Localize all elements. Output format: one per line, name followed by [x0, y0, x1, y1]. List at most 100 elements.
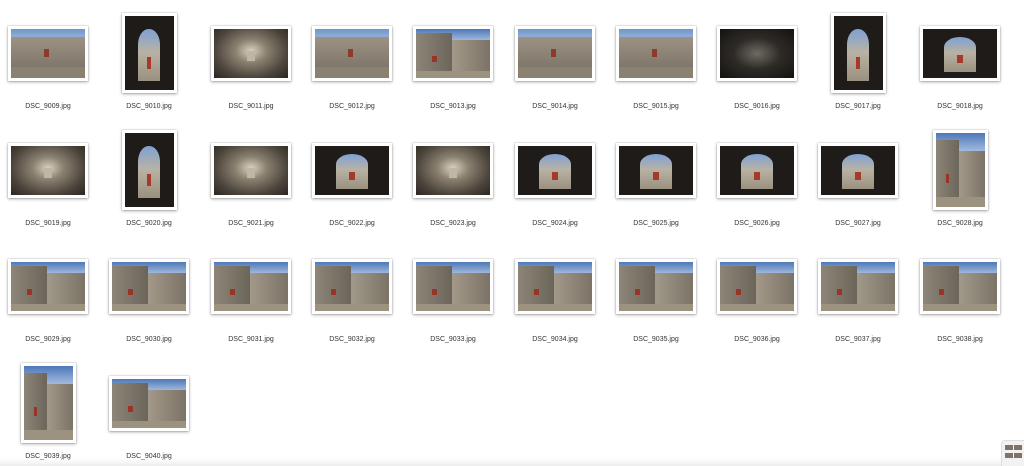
photo-thumbnail[interactable]: [818, 258, 898, 314]
photo-thumbnail[interactable]: [515, 25, 595, 81]
photo-thumbnail[interactable]: [616, 142, 696, 198]
file-item[interactable]: DSC_9023.jpg: [403, 123, 503, 235]
file-item[interactable]: DSC_9011.jpg: [201, 6, 301, 118]
photo-thumbnail[interactable]: [413, 25, 493, 81]
photo-thumbnail[interactable]: [515, 142, 595, 198]
file-item[interactable]: DSC_9024.jpg: [505, 123, 605, 235]
photo-thumbnail[interactable]: [616, 25, 696, 81]
photo-thumbnail[interactable]: [8, 258, 88, 314]
photo-thumbnail[interactable]: [312, 142, 392, 198]
photo-thumbnail[interactable]: [20, 363, 76, 443]
photo-image: [619, 145, 693, 195]
thumbnail-container: [302, 239, 402, 333]
thumbnail-container: [606, 123, 706, 217]
file-browser-icon-view: DSC_9009.jpg DSC_9010.jpg DSC_9011.jpg DSC_…: [0, 0, 1024, 466]
photo-thumbnail[interactable]: [717, 25, 797, 81]
photo-image: [112, 378, 186, 428]
photo-thumbnail[interactable]: [830, 13, 886, 93]
file-item[interactable]: DSC_9040.jpg: [99, 356, 199, 466]
photo-image: [821, 145, 895, 195]
thumbnail-container: [99, 239, 199, 333]
photo-thumbnail[interactable]: [818, 142, 898, 198]
file-item[interactable]: DSC_9038.jpg: [910, 239, 1010, 351]
thumbnail-container: [606, 239, 706, 333]
file-item[interactable]: DSC_9021.jpg: [201, 123, 301, 235]
file-item[interactable]: DSC_9018.jpg: [910, 6, 1010, 118]
photo-thumbnail[interactable]: [8, 25, 88, 81]
photo-thumbnail[interactable]: [121, 130, 177, 210]
photo-thumbnail[interactable]: [717, 258, 797, 314]
thumbnail-container: [403, 123, 503, 217]
photo-door: [43, 49, 49, 57]
file-item[interactable]: DSC_9031.jpg: [201, 239, 301, 351]
photo-opening: [138, 146, 160, 199]
file-item[interactable]: DSC_9037.jpg: [808, 239, 908, 351]
photo-thumbnail[interactable]: [413, 142, 493, 198]
photo-image: [720, 145, 794, 195]
photo-door: [247, 50, 255, 62]
thumbnail-container: [201, 123, 301, 217]
file-item[interactable]: DSC_9015.jpg: [606, 6, 706, 118]
photo-thumbnail[interactable]: [109, 258, 189, 314]
photo-thumbnail[interactable]: [211, 25, 291, 81]
window-bottom-edge: [0, 458, 1024, 466]
photo-thumbnail[interactable]: [920, 258, 1000, 314]
file-item[interactable]: DSC_9035.jpg: [606, 239, 706, 351]
file-item[interactable]: DSC_9033.jpg: [403, 239, 503, 351]
photo-thumbnail[interactable]: [616, 258, 696, 314]
photo-thumbnail[interactable]: [932, 130, 988, 210]
photo-thumbnail[interactable]: [109, 375, 189, 431]
photo-image: [923, 28, 997, 78]
photo-image: [518, 261, 592, 311]
file-item[interactable]: DSC_9029.jpg: [0, 239, 98, 351]
file-item[interactable]: DSC_9028.jpg: [910, 123, 1010, 235]
file-item[interactable]: DSC_9012.jpg: [302, 6, 402, 118]
photo-door: [736, 288, 741, 295]
file-item[interactable]: DSC_9022.jpg: [302, 123, 402, 235]
file-item[interactable]: DSC_9014.jpg: [505, 6, 605, 118]
thumbnail-container: [0, 6, 98, 100]
file-item[interactable]: DSC_9013.jpg: [403, 6, 503, 118]
file-item[interactable]: DSC_9019.jpg: [0, 123, 98, 235]
thumbnail-container: [707, 123, 807, 217]
photo-door: [331, 288, 336, 295]
photo-door: [449, 167, 457, 179]
file-item[interactable]: DSC_9039.jpg: [0, 356, 98, 466]
file-item[interactable]: DSC_9009.jpg: [0, 6, 98, 118]
file-item[interactable]: DSC_9026.jpg: [707, 123, 807, 235]
photo-ground: [214, 303, 288, 311]
file-item[interactable]: DSC_9010.jpg: [99, 6, 199, 118]
file-item[interactable]: DSC_9017.jpg: [808, 6, 908, 118]
photo-image: [619, 28, 693, 78]
photo-ground: [112, 303, 186, 311]
thumbnail-container: [302, 6, 402, 100]
photo-thumbnail[interactable]: [515, 258, 595, 314]
thumbnail-container: [505, 6, 605, 100]
photo-thumbnail[interactable]: [312, 25, 392, 81]
file-item[interactable]: DSC_9036.jpg: [707, 239, 807, 351]
photo-thumbnail[interactable]: [211, 258, 291, 314]
corner-preview-icon[interactable]: [1001, 440, 1024, 466]
file-item[interactable]: DSC_9030.jpg: [99, 239, 199, 351]
file-item[interactable]: DSC_9016.jpg: [707, 6, 807, 118]
file-item[interactable]: DSC_9027.jpg: [808, 123, 908, 235]
file-item[interactable]: DSC_9020.jpg: [99, 123, 199, 235]
photo-door: [432, 288, 437, 295]
photo-thumbnail[interactable]: [413, 258, 493, 314]
photo-door: [939, 288, 944, 295]
photo-thumbnail[interactable]: [8, 142, 88, 198]
photo-image: [23, 366, 73, 440]
file-item[interactable]: DSC_9025.jpg: [606, 123, 706, 235]
photo-thumbnail[interactable]: [920, 25, 1000, 81]
photo-image: [124, 133, 174, 207]
photo-thumbnail[interactable]: [121, 13, 177, 93]
photo-thumbnail[interactable]: [312, 258, 392, 314]
photo-thumbnail[interactable]: [717, 142, 797, 198]
photo-thumbnail[interactable]: [211, 142, 291, 198]
photo-image: [315, 28, 389, 78]
file-item[interactable]: DSC_9034.jpg: [505, 239, 605, 351]
file-name-label: DSC_9028.jpg: [937, 220, 983, 227]
file-item[interactable]: DSC_9032.jpg: [302, 239, 402, 351]
photo-door: [44, 167, 52, 179]
photo-door: [550, 49, 556, 57]
